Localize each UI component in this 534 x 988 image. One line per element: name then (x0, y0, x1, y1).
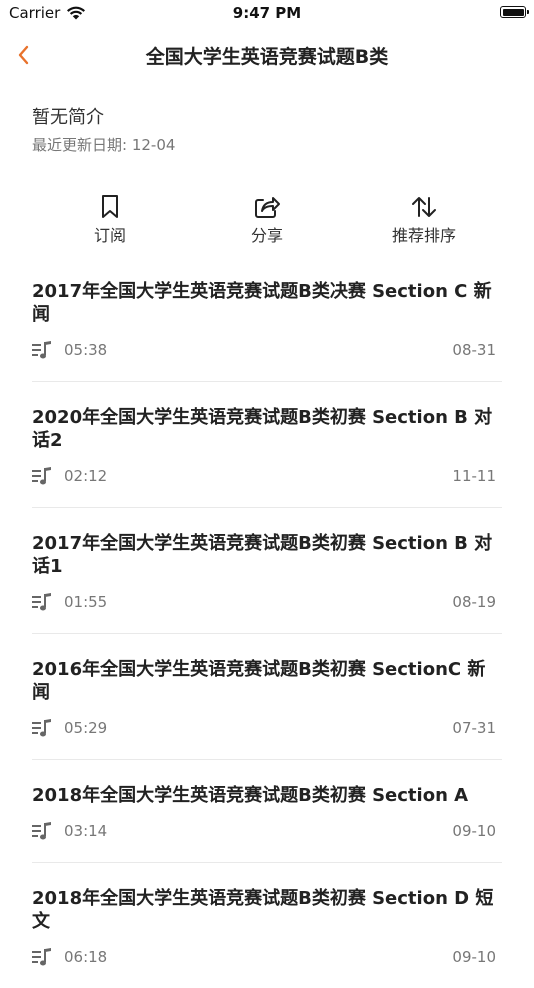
album-description: 暂无简介 (32, 107, 104, 128)
episode-title: 2017年全国大学生英语竞赛试题B类决赛 Section C 新闻 (32, 281, 492, 325)
audio-note-icon (32, 948, 51, 966)
subscribe-button[interactable]: 订阅 (50, 192, 170, 246)
list-item[interactable]: 2018年全国大学生英语竞赛试题B类初赛 Section A 03:14 09-… (32, 760, 502, 863)
back-button[interactable] (10, 40, 36, 70)
list-item[interactable]: 2018年全国大学生英语竞赛试题B类初赛 Section D 短文 06:18 … (32, 863, 502, 988)
episode-duration: 03:14 (64, 822, 108, 840)
episode-meta: 02:12 11-11 (32, 465, 502, 487)
episode-duration: 06:18 (64, 948, 108, 966)
episode-date: 07-31 (452, 719, 496, 737)
battery-icon (500, 6, 529, 18)
navigation-bar: 全国大学生英语竞赛试题B类 (0, 30, 534, 80)
episode-duration: 05:29 (64, 719, 108, 737)
episode-duration: 01:55 (64, 593, 108, 611)
list-item[interactable]: 2017年全国大学生英语竞赛试题B类初赛 Section B 对话1 01:55… (32, 508, 502, 634)
episode-title: 2018年全国大学生英语竞赛试题B类初赛 Section D 短文 (32, 888, 494, 932)
share-icon (255, 197, 280, 218)
episode-date: 11-11 (452, 467, 496, 485)
status-time: 9:47 PM (232, 4, 302, 22)
share-label: 分享 (250, 226, 283, 245)
album-info: 暂无简介 最近更新日期: 12-04 (32, 106, 502, 155)
episode-meta: 01:55 08-19 (32, 591, 502, 613)
status-bar: Carrier 9:47 PM (0, 0, 534, 28)
episode-list: 2017年全国大学生英语竞赛试题B类决赛 Section C 新闻 05:38 … (32, 280, 502, 988)
audio-note-icon (32, 822, 51, 840)
subscribe-label: 订阅 (93, 226, 126, 245)
episode-duration: 05:38 (64, 341, 108, 359)
page-title: 全国大学生英语竞赛试题B类 (145, 46, 389, 68)
episode-meta: 05:38 08-31 (32, 339, 502, 361)
episode-title: 2018年全国大学生英语竞赛试题B类初赛 Section A (32, 785, 469, 806)
audio-note-icon (32, 341, 51, 359)
audio-note-icon (32, 593, 51, 611)
episode-date: 08-31 (452, 341, 496, 359)
episode-title: 2016年全国大学生英语竞赛试题B类初赛 SectionC 新闻 (32, 659, 486, 703)
audio-note-icon (32, 467, 51, 485)
chevron-left-icon (18, 45, 29, 65)
share-button[interactable]: 分享 (207, 192, 327, 246)
sort-button[interactable]: 推荐排序 (364, 192, 484, 246)
episode-date: 09-10 (452, 822, 496, 840)
audio-note-icon (32, 719, 51, 737)
bookmark-icon (102, 195, 118, 218)
episode-meta: 06:18 09-10 (32, 946, 502, 968)
episode-meta: 03:14 09-10 (32, 820, 502, 842)
episode-duration: 02:12 (64, 467, 108, 485)
episode-date: 09-10 (452, 948, 496, 966)
episode-meta: 05:29 07-31 (32, 717, 502, 739)
album-update-date: 最近更新日期: 12-04 (32, 136, 176, 154)
sort-label: 推荐排序 (391, 226, 456, 245)
episode-date: 08-19 (452, 593, 496, 611)
episode-title: 2020年全国大学生英语竞赛试题B类初赛 Section B 对话2 (32, 407, 493, 451)
list-item[interactable]: 2017年全国大学生英语竞赛试题B类决赛 Section C 新闻 05:38 … (32, 280, 502, 382)
list-item[interactable]: 2016年全国大学生英语竞赛试题B类初赛 SectionC 新闻 05:29 0… (32, 634, 502, 760)
episode-title: 2017年全国大学生英语竞赛试题B类初赛 Section B 对话1 (32, 533, 493, 577)
list-item[interactable]: 2020年全国大学生英语竞赛试题B类初赛 Section B 对话2 02:12… (32, 382, 502, 508)
action-bar: 订阅 分享 推荐排序 (0, 192, 534, 252)
sort-arrows-icon (412, 197, 436, 217)
